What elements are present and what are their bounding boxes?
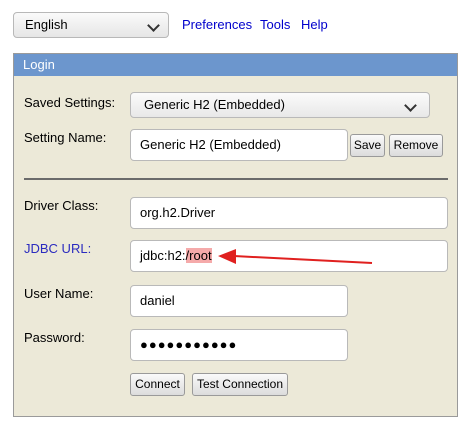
red-arrow-icon [218,249,373,264]
